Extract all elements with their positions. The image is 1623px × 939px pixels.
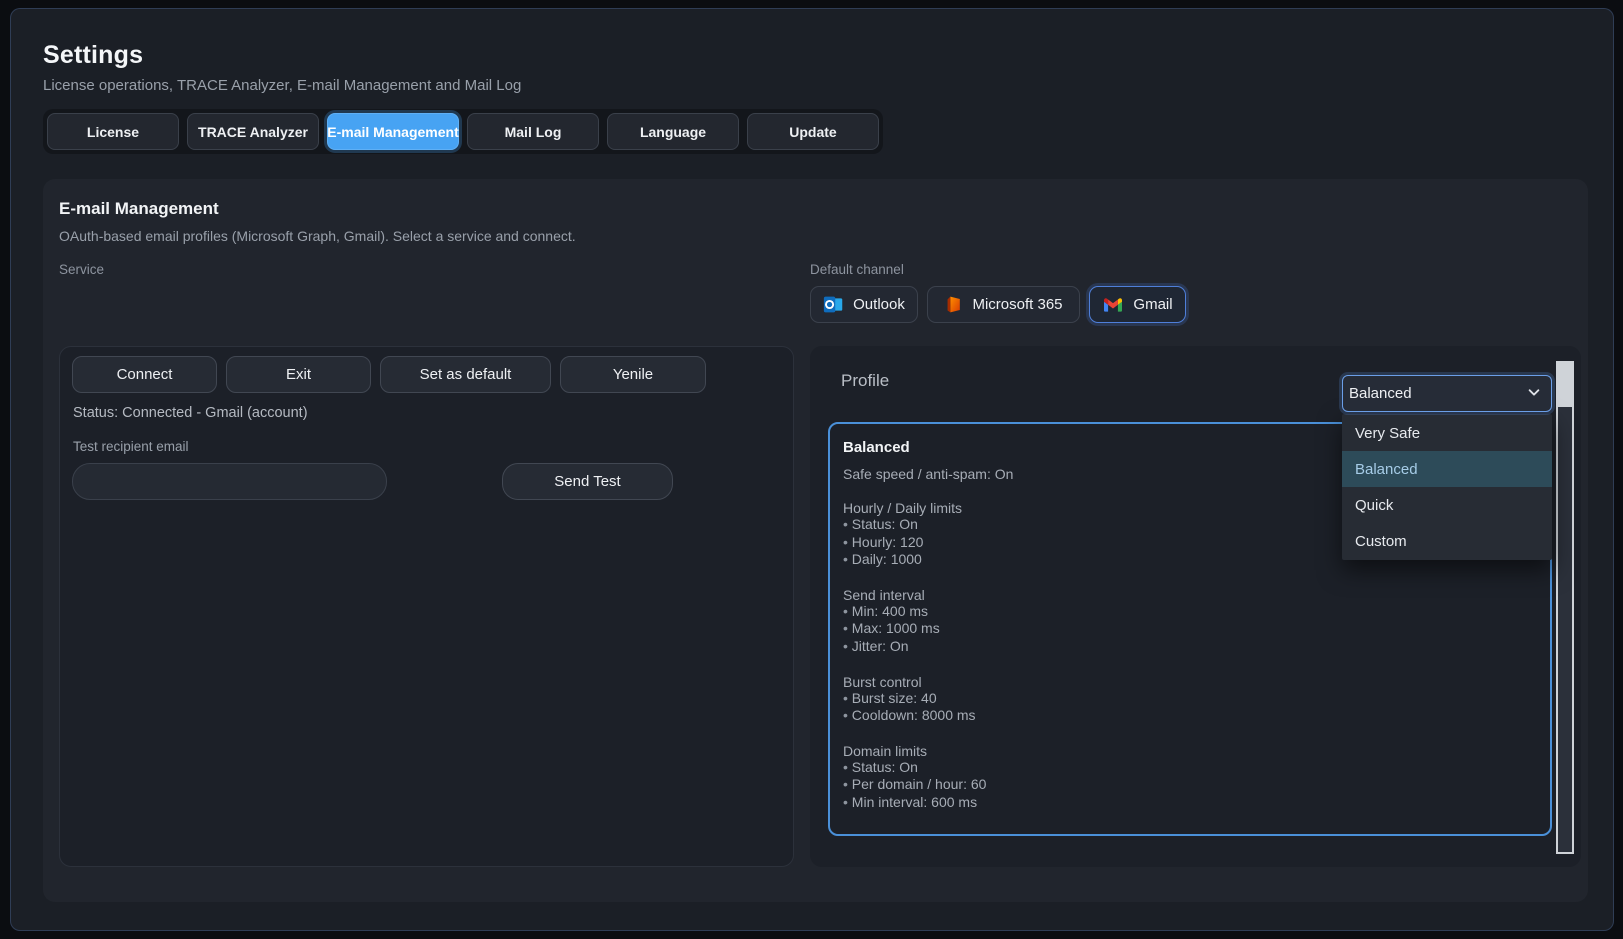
detail-item: Status: On [843, 759, 1534, 777]
exit-button[interactable]: Exit [226, 356, 371, 393]
profile-select-value: Balanced [1349, 385, 1412, 402]
service-label: Service [59, 262, 104, 277]
tab-license[interactable]: License [47, 113, 179, 150]
option-very-safe[interactable]: Very Safe [1342, 415, 1552, 451]
test-recipient-input[interactable] [72, 463, 387, 500]
set-as-default-button[interactable]: Set as default [380, 356, 551, 393]
email-management-card: E-mail Management OAuth-based email prof… [43, 179, 1588, 902]
tab-trace-analyzer[interactable]: TRACE Analyzer [187, 113, 319, 150]
detail-item: Max: 1000 ms [843, 620, 1534, 638]
tab-update[interactable]: Update [747, 113, 879, 150]
microsoft365-icon [944, 294, 963, 315]
connection-status: Status: Connected - Gmail (account) [73, 405, 308, 421]
refresh-button[interactable]: Yenile [560, 356, 706, 393]
gmail-icon [1102, 296, 1124, 314]
outlook-icon [823, 294, 844, 315]
connect-button[interactable]: Connect [72, 356, 217, 393]
channel-microsoft365-label: Microsoft 365 [972, 296, 1062, 313]
profile-select[interactable]: Balanced [1342, 375, 1552, 412]
default-channel-label: Default channel [810, 262, 904, 277]
section-title: E-mail Management [59, 199, 219, 219]
section-subtitle: OAuth-based email profiles (Microsoft Gr… [59, 228, 576, 244]
detail-item: Min: 400 ms [843, 603, 1534, 621]
settings-window: Settings License operations, TRACE Analy… [10, 8, 1614, 931]
test-recipient-label: Test recipient email [73, 439, 189, 454]
chevron-down-icon [1527, 385, 1541, 403]
option-custom[interactable]: Custom [1342, 523, 1552, 559]
tab-mail-log[interactable]: Mail Log [467, 113, 599, 150]
channel-outlook-button[interactable]: Outlook [810, 286, 918, 323]
page-title: Settings [43, 41, 143, 70]
detail-item: Cooldown: 8000 ms [843, 707, 1534, 725]
detail-heading: Domain limits [843, 743, 1534, 759]
tab-email-management[interactable]: E-mail Management [327, 113, 459, 150]
profile-label: Profile [841, 371, 889, 391]
service-actions: Connect Exit Set as default Yenile [72, 356, 706, 393]
detail-item: Jitter: On [843, 638, 1534, 656]
detail-heading: Send interval [843, 587, 1534, 603]
default-channel-group: Outlook Microsoft 365 [810, 286, 1186, 323]
channel-outlook-label: Outlook [853, 296, 905, 313]
tab-language[interactable]: Language [607, 113, 739, 150]
channel-gmail-label: Gmail [1133, 296, 1172, 313]
detail-heading: Burst control [843, 674, 1534, 690]
profile-scrollbar[interactable] [1556, 361, 1574, 854]
service-panel: Connect Exit Set as default Yenile Statu… [59, 346, 794, 867]
detail-section-domain-limits: Domain limits Status: On Per domain / ho… [843, 743, 1534, 812]
profile-dropdown-menu: Very Safe Balanced Quick Custom [1342, 414, 1552, 560]
profile-scrollbar-thumb[interactable] [1558, 363, 1572, 407]
detail-item: Burst size: 40 [843, 690, 1534, 708]
detail-item: Per domain / hour: 60 [843, 776, 1534, 794]
send-test-button[interactable]: Send Test [502, 463, 673, 500]
detail-section-send-interval: Send interval Min: 400 ms Max: 1000 ms J… [843, 587, 1534, 656]
page-subtitle: License operations, TRACE Analyzer, E-ma… [43, 77, 521, 94]
detail-item: Min interval: 600 ms [843, 794, 1534, 812]
channel-gmail-button[interactable]: Gmail [1089, 286, 1186, 323]
option-balanced[interactable]: Balanced [1342, 451, 1552, 487]
channel-microsoft365-button[interactable]: Microsoft 365 [927, 286, 1080, 323]
settings-tabbar: License TRACE Analyzer E-mail Management… [43, 109, 883, 154]
option-quick[interactable]: Quick [1342, 487, 1552, 523]
profile-panel: Profile Balanced Very Safe Balanced Quic… [810, 346, 1581, 867]
detail-section-burst-control: Burst control Burst size: 40 Cooldown: 8… [843, 674, 1534, 725]
